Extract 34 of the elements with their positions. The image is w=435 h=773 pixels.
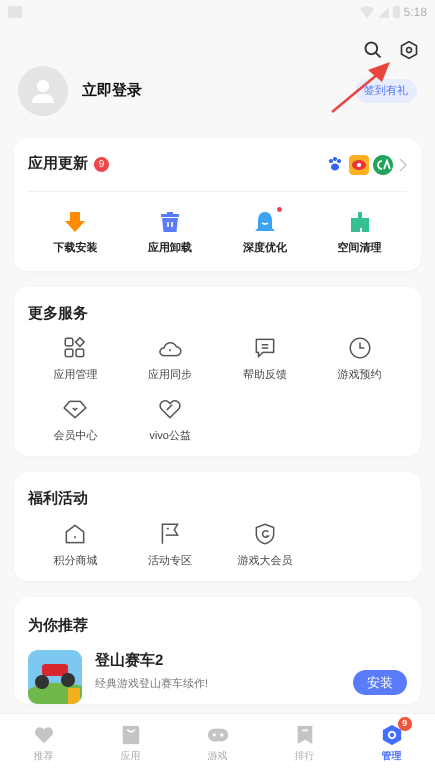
clock-icon [346, 335, 373, 361]
section-title: 应用更新 [28, 154, 88, 174]
action-label[interactable]: 深度优化 [242, 240, 287, 256]
app-name: 登山赛车2 [95, 650, 164, 670]
search-icon[interactable] [363, 40, 383, 60]
count-badge: 9 [398, 717, 412, 731]
circle-app-icon [373, 154, 393, 174]
section-title: 更多服务 [28, 304, 89, 324]
eye-app-icon [349, 154, 369, 174]
service-label[interactable]: 应用管理 [53, 367, 98, 384]
settings-icon[interactable] [399, 40, 419, 60]
hexagon-icon [380, 724, 402, 746]
action-label[interactable]: 下载安装 [53, 240, 98, 256]
service-label[interactable]: 应用同步 [148, 367, 192, 384]
service-label[interactable]: 会员中心 [53, 428, 98, 444]
section-title: 为你推荐 [28, 616, 89, 636]
app-description: 经典游戏登山赛车续作! [95, 676, 210, 692]
nav-tab[interactable]: 管理 9 [348, 714, 435, 773]
service-label[interactable]: 积分商城 [53, 552, 98, 569]
section-title: 福利活动 [28, 489, 89, 509]
action-label[interactable]: 应用卸载 [148, 240, 192, 256]
service-label[interactable]: 帮助反馈 [242, 367, 287, 384]
count-badge: 9 [94, 157, 109, 172]
login-link[interactable]: 立即登录 [82, 80, 355, 102]
install-button[interactable]: 安装 [353, 670, 407, 696]
person-icon [29, 77, 57, 105]
status-time: 5:18 [404, 4, 427, 21]
download-icon [63, 210, 88, 234]
bell-icon [252, 210, 277, 234]
service-label[interactable]: vivo公益 [149, 428, 191, 444]
service-label[interactable]: 游戏大会员 [237, 552, 292, 569]
service-label[interactable]: 活动专区 [148, 552, 192, 569]
service-label[interactable]: 游戏预约 [338, 367, 382, 384]
action-label[interactable]: 空间清理 [338, 240, 382, 256]
